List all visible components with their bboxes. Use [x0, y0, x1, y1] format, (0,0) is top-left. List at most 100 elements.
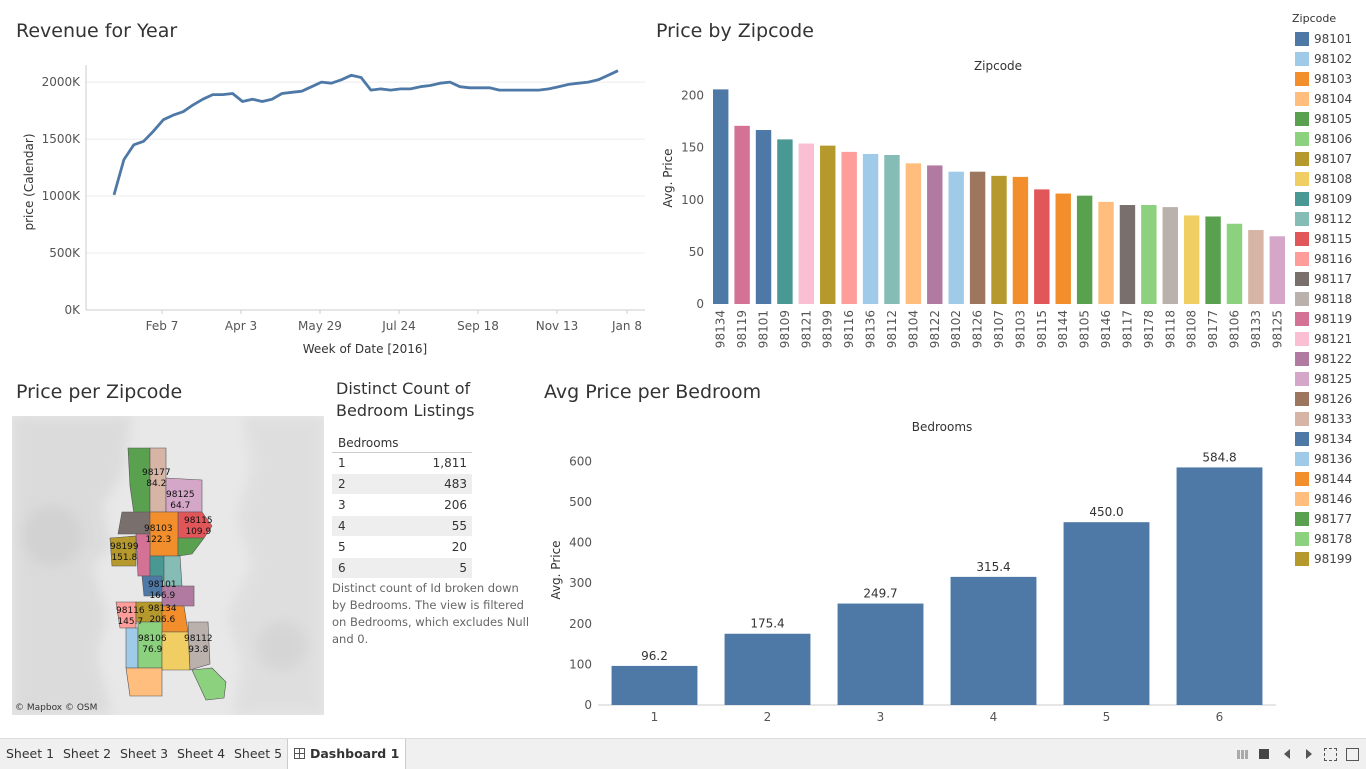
legend-item-98146[interactable]: 98146 [1286, 489, 1364, 509]
next-sheet-icon[interactable] [1306, 749, 1312, 759]
map-label-98112[interactable]: 98112 93.8 [184, 634, 213, 656]
zipcode-bar-98119[interactable] [734, 125, 750, 304]
zipcode-bar-98109[interactable] [777, 139, 793, 304]
y-tick-label: 600 [569, 454, 592, 468]
map-label-98106[interactable]: 98106 76.9 [138, 634, 167, 656]
zipcode-bar-98178[interactable] [1141, 205, 1157, 304]
legend-item-98178[interactable]: 98178 [1286, 529, 1364, 549]
legend-label: 98119 [1314, 312, 1353, 326]
zipcode-bar-98126[interactable] [969, 171, 986, 304]
zipcode-bar-98108[interactable] [1183, 215, 1200, 304]
legend-item-98105[interactable]: 98105 [1286, 109, 1364, 129]
zipcode-bar-98125[interactable] [1269, 236, 1286, 304]
map-label-98134[interactable]: 98134 206.6 [148, 604, 177, 626]
legend-swatch [1295, 32, 1309, 46]
prev-sheet-icon[interactable] [1284, 749, 1290, 759]
revenue-line-chart[interactable]: 0K 500K 1000K 1500K 2000K Feb 7 Apr 3 May 29 Jul… [0, 55, 650, 365]
x-tick-label: 98109 [778, 310, 792, 348]
zipcode-map[interactable]: 98177 84.2 98125 64.7 98115 109.9 98103 122.3 98… [12, 416, 324, 715]
sheet-sorter-icon[interactable] [1259, 749, 1269, 759]
map-label-98116[interactable]: 98116 145.7 [116, 606, 145, 628]
zipcode-bar-chart[interactable]: Zipcode 0 50 100 150 200 Avg. Price 98134 98119 9… [650, 50, 1286, 360]
tab-sheet-3[interactable]: Sheet 3 [114, 739, 174, 769]
tab-sheet-2[interactable]: Sheet 2 [57, 739, 117, 769]
zipcode-bar-98133[interactable] [1248, 230, 1264, 304]
tab-sheet-4[interactable]: Sheet 4 [171, 739, 231, 769]
legend-item-98102[interactable]: 98102 [1286, 49, 1364, 69]
x-tick-label: May 29 [298, 319, 342, 333]
zipcode-bar-98144[interactable] [1055, 193, 1071, 304]
zipcode-bar-98199[interactable] [820, 145, 836, 304]
zipcode-bar-98104[interactable] [905, 163, 922, 304]
zipcode-bar-98116[interactable] [841, 151, 857, 304]
legend-item-98116[interactable]: 98116 [1286, 249, 1364, 269]
zipcode-bar-98106[interactable] [1226, 223, 1243, 304]
zipcode-bar-98112[interactable] [884, 155, 900, 304]
zipcode-bar-98177[interactable] [1205, 216, 1221, 304]
legend-swatch [1295, 212, 1309, 226]
y-tick-label: 300 [569, 576, 592, 590]
bedroom-bar-5[interactable] [1063, 522, 1150, 705]
zipcode-bar-98107[interactable] [991, 175, 1007, 304]
fullscreen-icon[interactable] [1324, 748, 1337, 761]
revenue-series-line[interactable] [112, 69, 619, 196]
legend-item-98107[interactable]: 98107 [1286, 149, 1364, 169]
legend-item-98117[interactable]: 98117 [1286, 269, 1364, 289]
map-label-98115[interactable]: 98115 109.9 [184, 516, 213, 538]
map-label-98177[interactable]: 98177 84.2 [142, 468, 171, 490]
map-label-98101[interactable]: 98101 166.9 [148, 580, 177, 602]
legend-item-98104[interactable]: 98104 [1286, 89, 1364, 109]
zipcode-bar-98136[interactable] [862, 153, 879, 304]
zipcode-bar-98101[interactable] [755, 130, 772, 304]
table-row: 5 20 [332, 537, 472, 558]
legend-item-98112[interactable]: 98112 [1286, 209, 1364, 229]
bedroom-bar-3[interactable] [837, 603, 924, 705]
map-label-98199[interactable]: 98199 151.8 [110, 542, 139, 564]
y-tick-label: 0 [696, 297, 704, 311]
zipcode-bar-98121[interactable] [798, 143, 815, 304]
bedroom-bar-6[interactable] [1176, 467, 1263, 705]
x-tick-label: 1 [651, 710, 659, 724]
map-label-98103[interactable]: 98103 122.3 [144, 524, 173, 546]
zipcode-bar-98102[interactable] [948, 171, 964, 304]
legend-item-98126[interactable]: 98126 [1286, 389, 1364, 409]
bedroom-bar-chart[interactable]: Bedrooms 0 100 200 300 400 500 600 Avg. Price 96.… [540, 415, 1285, 730]
legend-item-98119[interactable]: 98119 [1286, 309, 1364, 329]
legend-item-98108[interactable]: 98108 [1286, 169, 1364, 189]
zipcode-bar-98103[interactable] [1012, 176, 1029, 304]
bedroom-bar-1[interactable] [611, 665, 698, 705]
legend-item-98118[interactable]: 98118 [1286, 289, 1364, 309]
zipcode-bar-98115[interactable] [1034, 189, 1050, 304]
zipcode-bar-98146[interactable] [1098, 201, 1114, 304]
zipcode-bar-98122[interactable] [927, 165, 943, 304]
legend-item-98103[interactable]: 98103 [1286, 69, 1364, 89]
legend-item-98177[interactable]: 98177 [1286, 509, 1364, 529]
legend-item-98122[interactable]: 98122 [1286, 349, 1364, 369]
legend-item-98109[interactable]: 98109 [1286, 189, 1364, 209]
legend-item-98133[interactable]: 98133 [1286, 409, 1364, 429]
legend-label: 98106 [1314, 132, 1353, 146]
fit-icon[interactable] [1346, 748, 1359, 761]
bedroom-bar-2[interactable] [724, 633, 811, 705]
tab-sheet-5[interactable]: Sheet 5 [228, 739, 288, 769]
legend-item-98199[interactable]: 98199 [1286, 549, 1364, 569]
zipcode-bar-98118[interactable] [1162, 207, 1178, 304]
legend-item-98136[interactable]: 98136 [1286, 449, 1364, 469]
tab-sheet-1[interactable]: Sheet 1 [0, 739, 60, 769]
filmstrip-icon[interactable] [1237, 750, 1249, 759]
legend-item-98115[interactable]: 98115 [1286, 229, 1364, 249]
x-tick-label: 98119 [735, 310, 749, 348]
legend-item-98134[interactable]: 98134 [1286, 429, 1364, 449]
zipcode-bar-98134[interactable] [713, 89, 729, 304]
tab-dashboard-1[interactable]: Dashboard 1 [287, 739, 407, 769]
bedroom-bar-4[interactable] [950, 576, 1037, 705]
legend-item-98144[interactable]: 98144 [1286, 469, 1364, 489]
legend-item-98125[interactable]: 98125 [1286, 369, 1364, 389]
x-tick-label: 98177 [1206, 310, 1220, 348]
legend-item-98101[interactable]: 98101 [1286, 29, 1364, 49]
map-label-98125[interactable]: 98125 64.7 [166, 490, 195, 512]
legend-item-98121[interactable]: 98121 [1286, 329, 1364, 349]
legend-item-98106[interactable]: 98106 [1286, 129, 1364, 149]
zipcode-bar-98117[interactable] [1119, 205, 1136, 304]
zipcode-bar-98105[interactable] [1076, 195, 1093, 304]
